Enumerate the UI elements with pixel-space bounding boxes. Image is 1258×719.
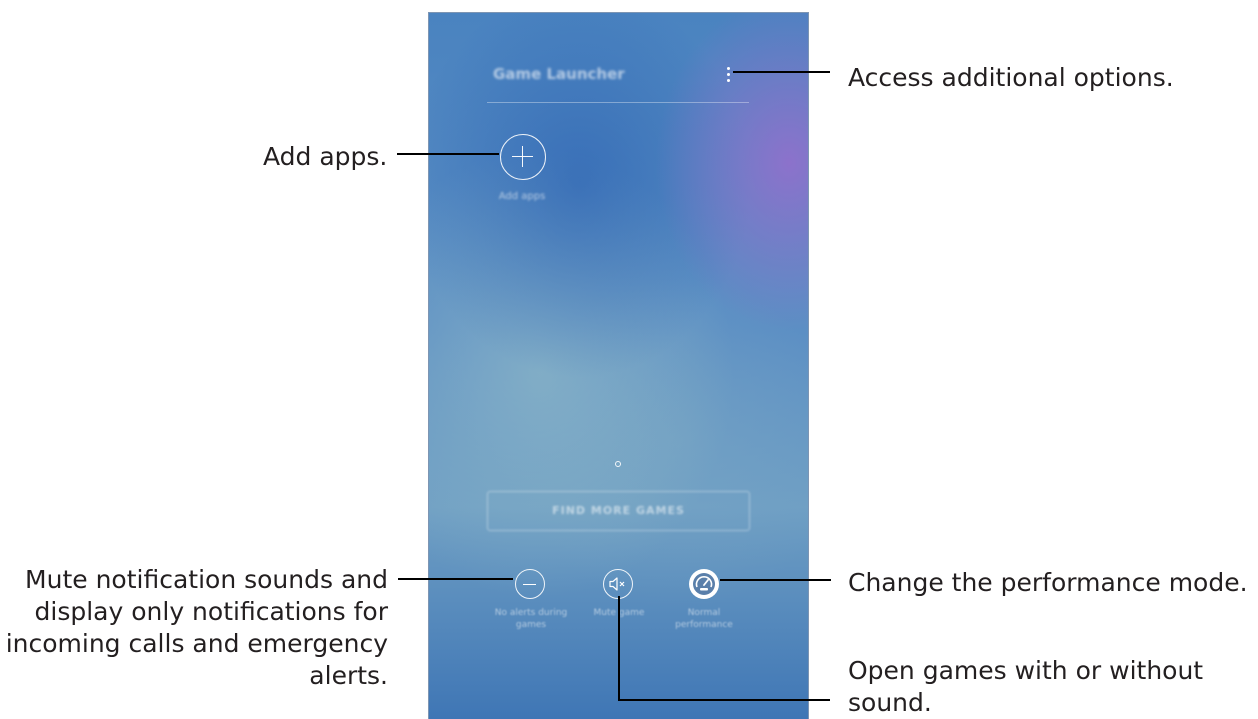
- leader-line-options: [733, 71, 830, 73]
- performance-button[interactable]: [689, 569, 719, 599]
- no-alerts-label: No alerts during games: [494, 608, 568, 630]
- callout-add-apps: Add apps.: [263, 142, 388, 171]
- mute-game-button[interactable]: [603, 569, 633, 599]
- title-divider: [487, 102, 749, 103]
- leader-line-add-apps: [397, 153, 499, 155]
- callout-open-games-sound: Open games with or without sound.: [848, 656, 1204, 717]
- page-indicator: [615, 461, 621, 467]
- no-alerts-button[interactable]: [515, 569, 545, 599]
- mute-speaker-icon: [609, 577, 625, 591]
- app-title: Game Launcher: [493, 65, 625, 83]
- leader-line-mute-notifications: [398, 578, 513, 580]
- leader-line-sound-horizontal: [618, 699, 830, 701]
- callout-access-options: Access additional options.: [848, 63, 1174, 92]
- callout-mute-notifications: Mute notification sounds and display onl…: [5, 565, 388, 690]
- add-apps-button[interactable]: [500, 134, 546, 180]
- leader-line-sound-vertical: [618, 596, 620, 701]
- find-more-games-button[interactable]: FIND MORE GAMES: [487, 491, 750, 531]
- add-apps-label: Add apps: [498, 191, 546, 202]
- more-options-icon[interactable]: [725, 66, 733, 84]
- speedometer-icon: [693, 573, 715, 595]
- performance-label: Normal performance: [675, 608, 733, 630]
- callout-performance-mode: Change the performance mode.: [848, 568, 1248, 597]
- leader-line-performance: [720, 579, 831, 581]
